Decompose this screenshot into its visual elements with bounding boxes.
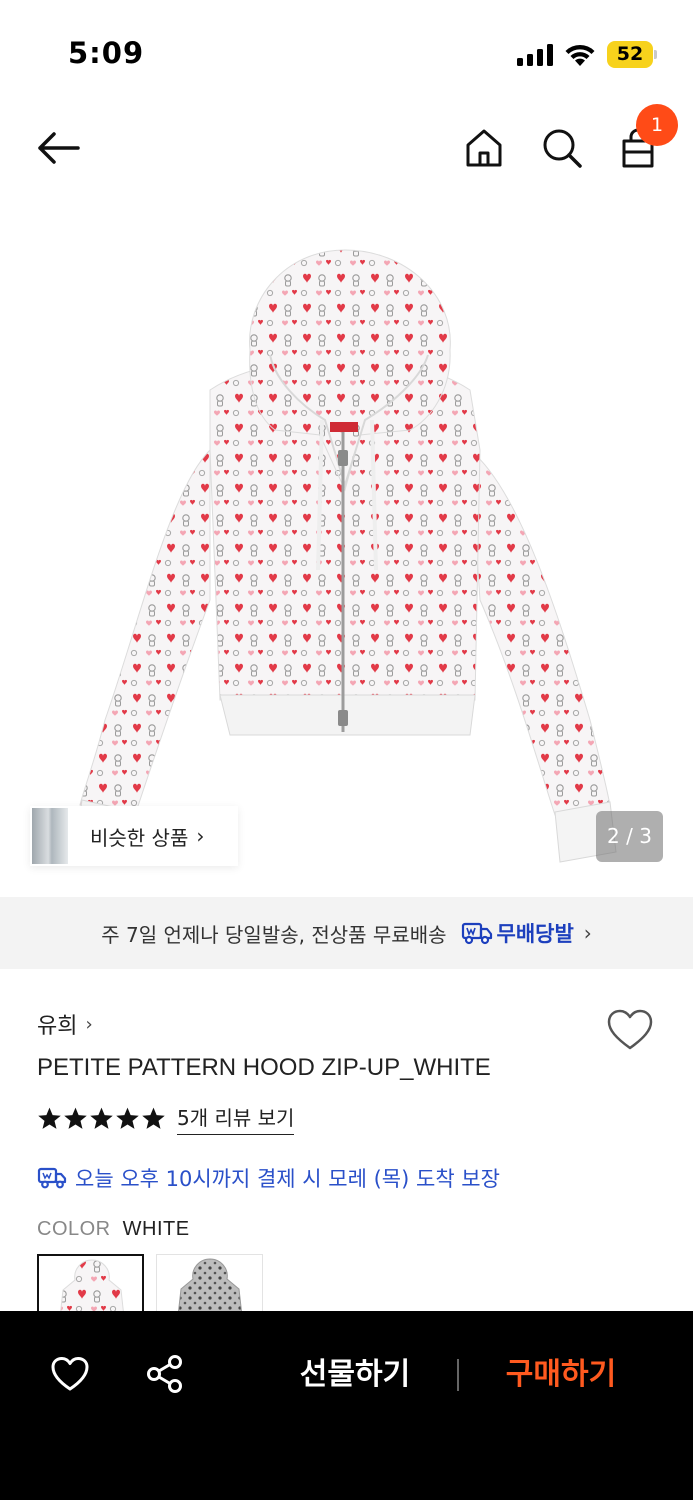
chevron-right-icon: › [85, 1013, 93, 1035]
heart-icon[interactable] [50, 1356, 90, 1392]
delivery-guarantee: 오늘 오후 10시까지 결제 시 모레 (목) 도착 보장 [37, 1163, 500, 1193]
home-icon[interactable] [462, 126, 506, 170]
signal-icon [517, 44, 553, 66]
battery-level: 52 [616, 43, 644, 65]
review-link[interactable]: 5개 리뷰 보기 [177, 1102, 295, 1135]
battery-icon: 52 [607, 41, 657, 68]
chevron-right-icon: › [583, 921, 592, 945]
delivery-truck-icon [461, 922, 492, 945]
similar-product-thumbnail [32, 808, 68, 864]
status-bar: 5:09 52 [0, 0, 693, 100]
share-icon[interactable] [146, 1354, 184, 1394]
similar-products-button[interactable]: 비슷한 상품 › [30, 806, 238, 866]
shipping-brand-label: 무배당발 [496, 922, 574, 946]
delivery-truck-icon [37, 1167, 67, 1189]
back-arrow-icon[interactable] [36, 128, 82, 168]
rating-row: 5개 리뷰 보기 [37, 1102, 295, 1135]
shipping-banner-text: 주 7일 언제나 당일발송, 전상품 무료배송 [101, 922, 447, 947]
brand-name: 유희 [37, 1014, 78, 1039]
delivery-guarantee-text: 오늘 오후 10시까지 결제 시 모레 (목) 도착 보장 [75, 1167, 500, 1191]
color-selector-header: COLOR WHITE [37, 1218, 190, 1241]
rating-stars [37, 1106, 167, 1131]
bottom-action-bar [0, 1311, 693, 1500]
wifi-icon [565, 44, 595, 66]
color-label: COLOR [37, 1218, 111, 1240]
buy-button[interactable]: 구매하기 [486, 1350, 636, 1400]
search-icon[interactable] [540, 126, 584, 170]
similar-products-label: 비슷한 상품 [90, 825, 189, 850]
chevron-right-icon: › [196, 824, 205, 848]
brand-link[interactable]: 유희 › [37, 1008, 93, 1040]
product-image[interactable] [60, 240, 640, 870]
star-icon [38, 1107, 61, 1129]
battery-tip [654, 50, 657, 59]
image-counter: 2 / 3 [596, 811, 663, 862]
star-icon [116, 1107, 139, 1129]
shipping-banner[interactable]: 주 7일 언제나 당일발송, 전상품 무료배송 무배당발 › [0, 897, 693, 969]
gift-button[interactable]: 선물하기 [280, 1350, 430, 1400]
star-icon [142, 1107, 165, 1129]
star-icon [64, 1107, 87, 1129]
status-time: 5:09 [68, 36, 145, 70]
divider [457, 1359, 459, 1391]
color-value: WHITE [122, 1218, 190, 1240]
cart-count-badge: 1 [636, 104, 678, 146]
star-icon [90, 1107, 113, 1129]
product-title: PETITE PATTERN HOOD ZIP-UP_WHITE [37, 1054, 491, 1081]
heart-icon[interactable] [606, 1008, 654, 1052]
